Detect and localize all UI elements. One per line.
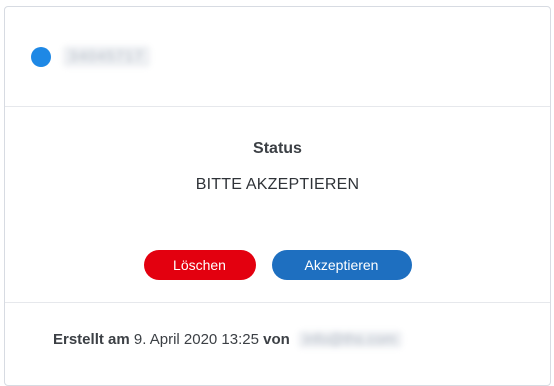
accept-button[interactable]: Akzeptieren <box>271 250 412 280</box>
author-name: info@ths.com <box>298 331 402 348</box>
status-section: Status BITTE AKZEPTIEREN Löschen Akzepti… <box>5 107 550 303</box>
card-header: 34045717 <box>5 7 550 107</box>
created-info: Erstellt am 9. April 2020 13:25 von info… <box>5 303 550 348</box>
status-heading: Status <box>253 140 302 157</box>
request-id: 34045717 <box>63 46 150 67</box>
created-prefix: Erstellt am <box>53 331 130 348</box>
request-card: 34045717 Status BITTE AKZEPTIEREN Lösche… <box>4 6 551 386</box>
delete-button[interactable]: Löschen <box>143 250 256 280</box>
action-buttons: Löschen Akzeptieren <box>5 250 550 280</box>
created-date: 9. April 2020 13:25 <box>133 331 259 348</box>
status-value: BITTE AKZEPTIEREN <box>195 176 360 193</box>
author-prefix: von <box>263 331 290 348</box>
status-dot-icon <box>31 46 51 67</box>
